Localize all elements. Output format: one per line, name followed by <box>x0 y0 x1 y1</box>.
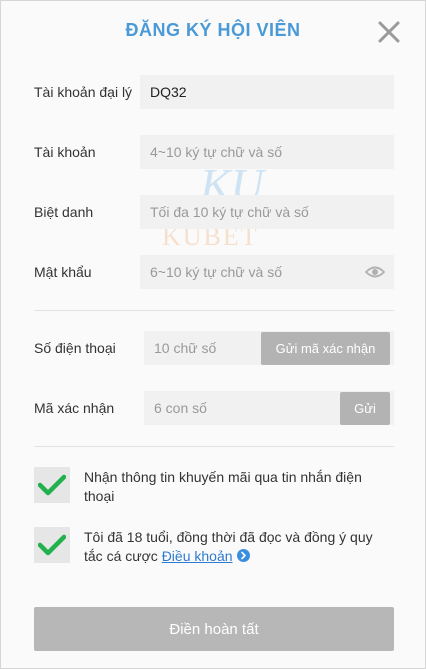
terms-link[interactable]: Điều khoản <box>162 548 233 564</box>
divider <box>34 310 394 311</box>
agent-account-label: Tài khoản đại lý <box>34 84 133 100</box>
account-label: Tài khoản <box>34 144 96 160</box>
close-icon[interactable] <box>376 19 402 45</box>
account-input[interactable]: 4~10 ký tự chữ và số <box>140 135 394 169</box>
promo-consent-text: Nhận thông tin khuyến mãi qua tin nhắn đ… <box>84 469 362 504</box>
phone-label: Số điện thoại <box>34 340 116 356</box>
password-label: Mật khẩu <box>34 264 92 280</box>
phone-input[interactable]: 10 chữ số <box>144 331 264 365</box>
submit-button[interactable]: Điền hoàn tất <box>34 607 394 651</box>
checkmark-icon <box>38 474 66 496</box>
password-placeholder: 6~10 ký tự chữ và số <box>150 264 282 280</box>
nickname-input[interactable]: Tối đa 10 ký tự chữ và số <box>140 195 394 229</box>
chevron-right-icon[interactable] <box>236 549 250 562</box>
verification-code-label: Mã xác nhận <box>34 400 115 416</box>
terms-checkbox[interactable] <box>34 527 70 563</box>
divider <box>34 446 394 447</box>
nickname-label: Biệt danh <box>34 204 94 220</box>
send-code-button[interactable]: Gửi mã xác nhận <box>261 332 390 365</box>
agent-account-field[interactable]: DQ32 <box>140 75 394 109</box>
send-button[interactable]: Gửi <box>340 392 390 425</box>
terms-consent-block: Tôi đã 18 tuổi, đồng thời đã đọc và đồng… <box>84 528 389 566</box>
eye-icon[interactable] <box>365 264 385 280</box>
dialog-title: ĐĂNG KÝ HỘI VIÊN <box>125 20 301 40</box>
checkmark-icon <box>38 534 66 556</box>
password-input[interactable]: 6~10 ký tự chữ và số <box>140 255 394 289</box>
promo-checkbox[interactable] <box>34 467 70 503</box>
